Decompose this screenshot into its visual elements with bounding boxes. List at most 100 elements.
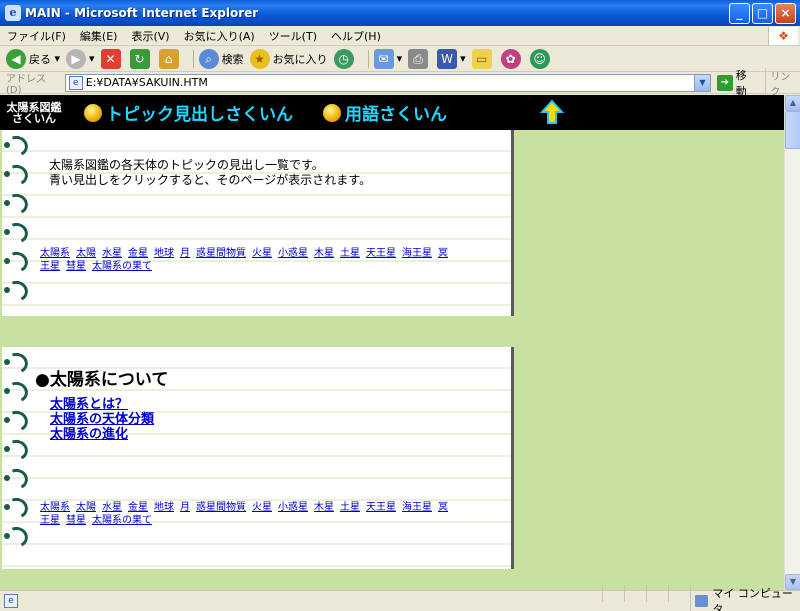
up-arrow-icon[interactable] — [540, 99, 564, 125]
messenger-button[interactable]: ☺ — [529, 48, 553, 69]
address-dropdown-icon[interactable]: ▼ — [693, 74, 710, 91]
maximize-button[interactable]: □ — [752, 2, 773, 24]
refresh-button[interactable]: ↻ — [129, 48, 153, 69]
computer-icon — [695, 595, 709, 607]
nav-link[interactable]: 海王星 — [402, 248, 432, 259]
scroll-thumb[interactable] — [785, 111, 800, 149]
nav-link[interactable]: 月 — [180, 248, 190, 259]
nav-link[interactable]: 金星 — [128, 502, 148, 513]
nav-link[interactable]: 惑星間物質 — [196, 248, 246, 259]
discuss-button[interactable]: ▭ — [471, 48, 495, 69]
word-icon: W — [437, 48, 458, 69]
topic-link[interactable]: 太陽系の進化 — [50, 427, 154, 442]
menu-file[interactable]: ファイル(F) — [0, 28, 73, 44]
stop-button[interactable]: ✕ — [100, 48, 124, 69]
nav-link[interactable]: 太陽系の果て — [92, 261, 152, 272]
nav-link[interactable]: 地球 — [154, 248, 174, 259]
nav-link[interactable]: 天王星 — [366, 248, 396, 259]
mail-icon: ✉ — [373, 48, 394, 69]
nav-link[interactable]: 彗星 — [66, 261, 86, 272]
edit-button[interactable]: W ▾ — [437, 48, 466, 69]
stop-icon: ✕ — [100, 48, 121, 69]
nav-link[interactable]: 小惑星 — [278, 502, 308, 513]
section-page: ●太陽系について 太陽系とは？ 太陽系の天体分類 太陽系の進化 太陽系 太陽 水星金… — [2, 347, 514, 569]
minimize-button[interactable]: _ — [729, 2, 750, 24]
nav-link[interactable]: 地球 — [154, 502, 174, 513]
nav-link[interactable]: 彗星 — [66, 515, 86, 526]
address-bar: アドレス(D) e E:¥DATA¥SAKUIN.HTM ▼ ➔ 移動 リンク — [0, 67, 800, 98]
menu-edit[interactable]: 編集(E) — [73, 28, 125, 44]
security-zone: マイ コンピュータ — [690, 585, 800, 611]
section-title: ●太陽系について — [35, 370, 169, 390]
nav-link[interactable]: 金星 — [128, 248, 148, 259]
favorites-button[interactable]: ★ お気に入り — [249, 48, 328, 69]
site-logo[interactable]: 太陽系図鑑 さくいん — [0, 102, 68, 124]
note-icon: ▭ — [471, 48, 492, 69]
section-links: 太陽系とは？ 太陽系の天体分類 太陽系の進化 — [50, 397, 154, 442]
go-button[interactable]: ➔ 移動 — [716, 67, 757, 99]
search-icon: ⌕ — [198, 48, 219, 69]
research-button[interactable]: ✿ — [500, 48, 524, 69]
search-button[interactable]: ⌕ 検索 — [198, 48, 244, 69]
research-icon: ✿ — [500, 48, 521, 69]
nav-link[interactable]: 太陽系 — [40, 248, 70, 259]
star-icon: ★ — [249, 48, 270, 69]
nav-link[interactable]: 太陽 — [76, 502, 96, 513]
window-title: MAIN - Microsoft Internet Explorer — [25, 6, 259, 20]
topic-index-link[interactable]: トピック見出しさくいん — [84, 100, 293, 125]
address-url[interactable]: E:¥DATA¥SAKUIN.HTM — [86, 76, 694, 89]
print-icon: ⎙ — [408, 48, 429, 69]
nav-link[interactable]: 土星 — [340, 248, 360, 259]
vertical-scrollbar[interactable]: ▲ ▼ — [784, 95, 800, 590]
back-button[interactable]: ◀ 戻る ▾ — [6, 48, 60, 69]
menu-view[interactable]: 表示(V) — [124, 28, 176, 44]
nav-link[interactable]: 水星 — [102, 502, 122, 513]
print-button[interactable]: ⎙ — [408, 48, 431, 69]
menu-tools[interactable]: ツール(T) — [262, 28, 324, 44]
topic-link[interactable]: 太陽系の天体分類 — [50, 412, 154, 427]
links-button[interactable]: リンク — [765, 67, 800, 98]
scroll-up-button[interactable]: ▲ — [785, 95, 800, 111]
page-header: 太陽系図鑑 さくいん トピック見出しさくいん 用語さくいん — [0, 95, 784, 130]
nav-link[interactable]: 火星 — [252, 248, 272, 259]
address-label: アドレス(D) — [6, 73, 46, 96]
nav-link[interactable]: 水星 — [102, 248, 122, 259]
refresh-icon: ↻ — [129, 48, 150, 69]
menu-favorites[interactable]: お気に入り(A) — [177, 28, 262, 44]
mail-button[interactable]: ✉ ▾ — [373, 48, 402, 69]
forward-arrow-icon: ▶ — [66, 48, 87, 69]
nav-link[interactable]: 火星 — [252, 502, 272, 513]
nav-link[interactable]: 木星 — [314, 248, 334, 259]
nav-link[interactable]: 惑星間物質 — [196, 502, 246, 513]
page-status-icon: e — [4, 594, 18, 608]
topic-link[interactable]: 太陽系とは？ — [50, 397, 154, 412]
menu-bar: ファイル(F) 編集(E) 表示(V) お気に入り(A) ツール(T) ヘルプ(… — [0, 26, 800, 46]
menu-help[interactable]: ヘルプ(H) — [324, 28, 388, 44]
windows-logo-icon: ❖ — [768, 27, 798, 45]
address-input[interactable]: e E:¥DATA¥SAKUIN.HTM ▼ — [64, 73, 711, 92]
nav-link[interactable]: 海王星 — [402, 502, 432, 513]
nav-link[interactable]: 小惑星 — [278, 248, 308, 259]
nav-link[interactable]: 太陽系の果て — [92, 515, 152, 526]
forward-button[interactable]: ▶ ▾ — [66, 48, 95, 69]
yellow-ball-icon — [323, 103, 341, 122]
title-bar[interactable]: e MAIN - Microsoft Internet Explorer _ □… — [0, 0, 800, 26]
home-icon: ⌂ — [158, 48, 179, 69]
nav-link[interactable]: 太陽系 — [40, 502, 70, 513]
nav-link[interactable]: 木星 — [314, 502, 334, 513]
go-arrow-icon: ➔ — [716, 74, 733, 91]
history-icon: ◷ — [333, 48, 354, 69]
nav-link[interactable]: 天王星 — [366, 502, 396, 513]
home-button[interactable]: ⌂ — [158, 48, 182, 69]
page-content: 太陽系図鑑 さくいん トピック見出しさくいん 用語さくいん 太陽系図鑑の各天体の… — [0, 95, 784, 590]
messenger-icon: ☺ — [529, 48, 550, 69]
history-button[interactable]: ◷ — [333, 48, 357, 69]
toolbar: ◀ 戻る ▾ ▶ ▾ ✕ ↻ ⌂ ⌕ 検索 ★ お気に入り ◷ ✉ ▾ ⎙ W ▾ ▭… — [0, 46, 800, 72]
close-button[interactable]: × — [775, 2, 796, 24]
term-index-link[interactable]: 用語さくいん — [323, 100, 447, 125]
nav-link[interactable]: 土星 — [340, 502, 360, 513]
celestial-nav-links: 太陽系 太陽 水星 金星 地球月惑星間物質 火星 小惑星 木星 土星 天王星 海王星 冥王星 彗星 太陽系… — [40, 247, 450, 273]
nav-link[interactable]: 月 — [180, 502, 190, 513]
page-icon: e — [68, 75, 83, 90]
nav-link[interactable]: 太陽 — [76, 248, 96, 259]
